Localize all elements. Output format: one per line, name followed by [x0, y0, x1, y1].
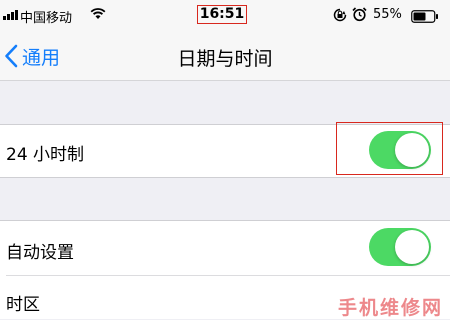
alarm-icon	[352, 7, 367, 22]
battery-percentage: 55%	[373, 7, 402, 22]
navigation-bar: 通用 日期与时间	[0, 32, 450, 81]
highlight-annotation	[336, 122, 443, 175]
setting-label-time-zone: 时区	[6, 295, 40, 315]
signal-icon	[3, 10, 18, 20]
page-title: 日期与时间	[177, 48, 273, 70]
watermark: 手机维修网	[338, 297, 444, 319]
section-divider	[0, 177, 450, 178]
status-bar: 中国移动 16:51 55%	[0, 0, 450, 32]
auto-set-toggle[interactable]	[369, 228, 431, 266]
battery-icon	[411, 10, 438, 23]
wifi-icon	[90, 8, 106, 19]
toggle-knob	[395, 230, 429, 264]
setting-label-24-hour: 24 小时制	[6, 145, 85, 165]
setting-label-auto-set: 自动设置	[6, 243, 74, 263]
rotation-lock-icon	[333, 8, 347, 22]
status-time: 16:51	[197, 5, 247, 24]
carrier-name: 中国移动	[20, 11, 73, 26]
